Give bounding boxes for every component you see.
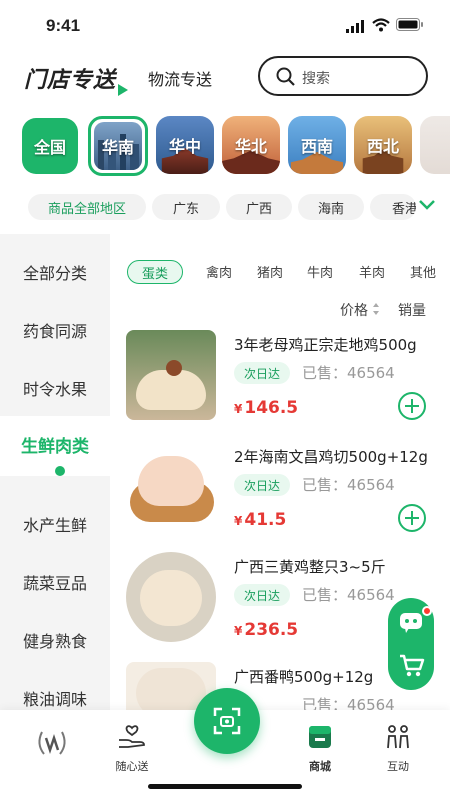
laurel-logo-icon: [38, 731, 66, 755]
filter-beef[interactable]: 牛肉: [307, 262, 333, 281]
product-price: ¥146.5: [234, 398, 299, 418]
add-to-cart-button[interactable]: [398, 392, 426, 420]
sort-price[interactable]: 价格: [340, 300, 368, 320]
product-image: [126, 330, 216, 420]
tab-interact[interactable]: 互动: [368, 724, 428, 774]
cart-icon[interactable]: [399, 654, 425, 678]
tab-logistics[interactable]: 物流专送: [148, 66, 212, 90]
sold-count: 已售：46564: [302, 586, 395, 604]
subregion-hongkong[interactable]: 香港: [370, 194, 416, 220]
product-name: 广西番鸭500g+12g: [234, 668, 374, 686]
filter-eggs[interactable]: 蛋类: [127, 260, 183, 284]
signal-icon: [346, 20, 364, 33]
region-label: 华北: [234, 137, 267, 156]
product-image: [126, 552, 216, 642]
tab-label: 互动: [387, 760, 409, 773]
product-name: 3年老母鸡正宗走地鸡500g: [234, 336, 417, 354]
tab-home[interactable]: [22, 724, 82, 764]
delivery-badge: 次日达: [234, 474, 290, 496]
scan-icon: [213, 707, 241, 735]
region-tile-southwest[interactable]: 西南: [288, 116, 346, 174]
notification-dot: [422, 606, 432, 616]
sidebar-item-fresh-meat[interactable]: 生鲜肉类: [0, 432, 110, 457]
sidebar-item-fitness-food[interactable]: 健身熟食: [0, 628, 110, 652]
region-selector: 全国 华南 华中 华北 西南 西北: [0, 116, 450, 178]
region-tile-more[interactable]: [420, 116, 450, 174]
sort-sales[interactable]: 销量: [398, 300, 426, 320]
filter-mutton[interactable]: 羊肉: [359, 262, 385, 281]
search-icon: [276, 67, 295, 86]
battery-icon: [396, 18, 423, 31]
region-tile-central[interactable]: 华中: [156, 116, 214, 174]
hand-heart-icon: [119, 725, 145, 748]
region-label: 华南: [101, 138, 134, 157]
product-price: ¥41.5: [234, 510, 287, 530]
region-label: 全国: [33, 138, 66, 157]
subregion-all[interactable]: 商品全部地区: [28, 194, 146, 220]
subregion-hainan[interactable]: 海南: [298, 194, 364, 220]
scan-button[interactable]: [194, 688, 260, 754]
status-time: 9:41: [46, 16, 81, 35]
tab-care-delivery[interactable]: 随心送: [102, 724, 162, 774]
status-bar: 9:41: [0, 0, 450, 50]
region-label: 西南: [300, 137, 333, 156]
add-to-cart-button[interactable]: [398, 504, 426, 532]
search-input[interactable]: 搜索: [258, 56, 428, 96]
active-indicator-dot: [55, 466, 65, 476]
product-card[interactable]: 2年海南文昌鸡切500g+12g 次日达 已售：46564 ¥41.5: [110, 442, 450, 552]
sold-count: 已售：46564: [302, 364, 395, 382]
filter-pork[interactable]: 猪肉: [257, 262, 283, 281]
region-tile-national[interactable]: 全国: [22, 118, 78, 174]
sold-count: 已售：46564: [302, 476, 395, 494]
sidebar-item-grain-oil[interactable]: 粮油调味: [0, 686, 110, 710]
chevron-down-icon[interactable]: [418, 198, 436, 212]
category-sidebar: 全部分类 药食同源 时令水果 生鲜肉类 水产生鲜 蔬菜豆品 健身熟食 粮油调味: [0, 234, 110, 710]
region-tile-south[interactable]: 华南: [88, 116, 148, 176]
delivery-badge: 次日达: [234, 362, 290, 384]
product-name: 广西三黄鸡整只3~5斤: [234, 558, 386, 576]
filter-other[interactable]: 其他: [410, 262, 450, 281]
tab-label: 随心送: [115, 760, 149, 773]
shop-icon: [309, 726, 331, 748]
sidebar-item-vegetables[interactable]: 蔬菜豆品: [0, 570, 110, 594]
interact-icon: [387, 725, 409, 749]
subregion-guangxi[interactable]: 广西: [226, 194, 292, 220]
filter-poultry[interactable]: 禽肉: [206, 262, 232, 281]
subregion-guangdong[interactable]: 广东: [152, 194, 220, 220]
logo-arrow-icon: [118, 84, 128, 96]
sort-arrows-icon: [373, 303, 379, 315]
wifi-icon: [372, 18, 390, 32]
sidebar-item-herbal[interactable]: 药食同源: [0, 318, 110, 342]
delivery-badge: 次日达: [234, 584, 290, 606]
tab-mall[interactable]: 商城: [290, 724, 350, 774]
product-image: [126, 442, 216, 532]
top-header: 门店专送 物流专送 搜索: [0, 52, 450, 102]
sidebar-item-seafood[interactable]: 水产生鲜: [0, 512, 110, 536]
product-price: ¥236.5: [234, 620, 299, 640]
store-delivery-logo[interactable]: 门店专送: [24, 62, 116, 94]
region-tile-north[interactable]: 华北: [222, 116, 280, 174]
region-label: 西北: [366, 137, 399, 156]
tab-label: 商城: [309, 760, 331, 773]
region-tile-northwest[interactable]: 西北: [354, 116, 412, 174]
sidebar-item-fruit[interactable]: 时令水果: [0, 376, 110, 400]
sold-count: 已售：46564: [302, 696, 395, 710]
subregion-tabs: 商品全部地区 广东 广西 海南 香港: [0, 194, 450, 222]
product-card[interactable]: 3年老母鸡正宗走地鸡500g 次日达 已售：46564 ¥146.5: [110, 330, 450, 440]
sidebar-item-all[interactable]: 全部分类: [0, 260, 110, 284]
chat-icon[interactable]: [399, 612, 423, 634]
search-placeholder: 搜索: [302, 71, 330, 87]
home-indicator: [148, 784, 302, 789]
floating-actions: [388, 598, 434, 690]
region-label: 华中: [168, 137, 201, 156]
product-name: 2年海南文昌鸡切500g+12g: [234, 448, 428, 466]
